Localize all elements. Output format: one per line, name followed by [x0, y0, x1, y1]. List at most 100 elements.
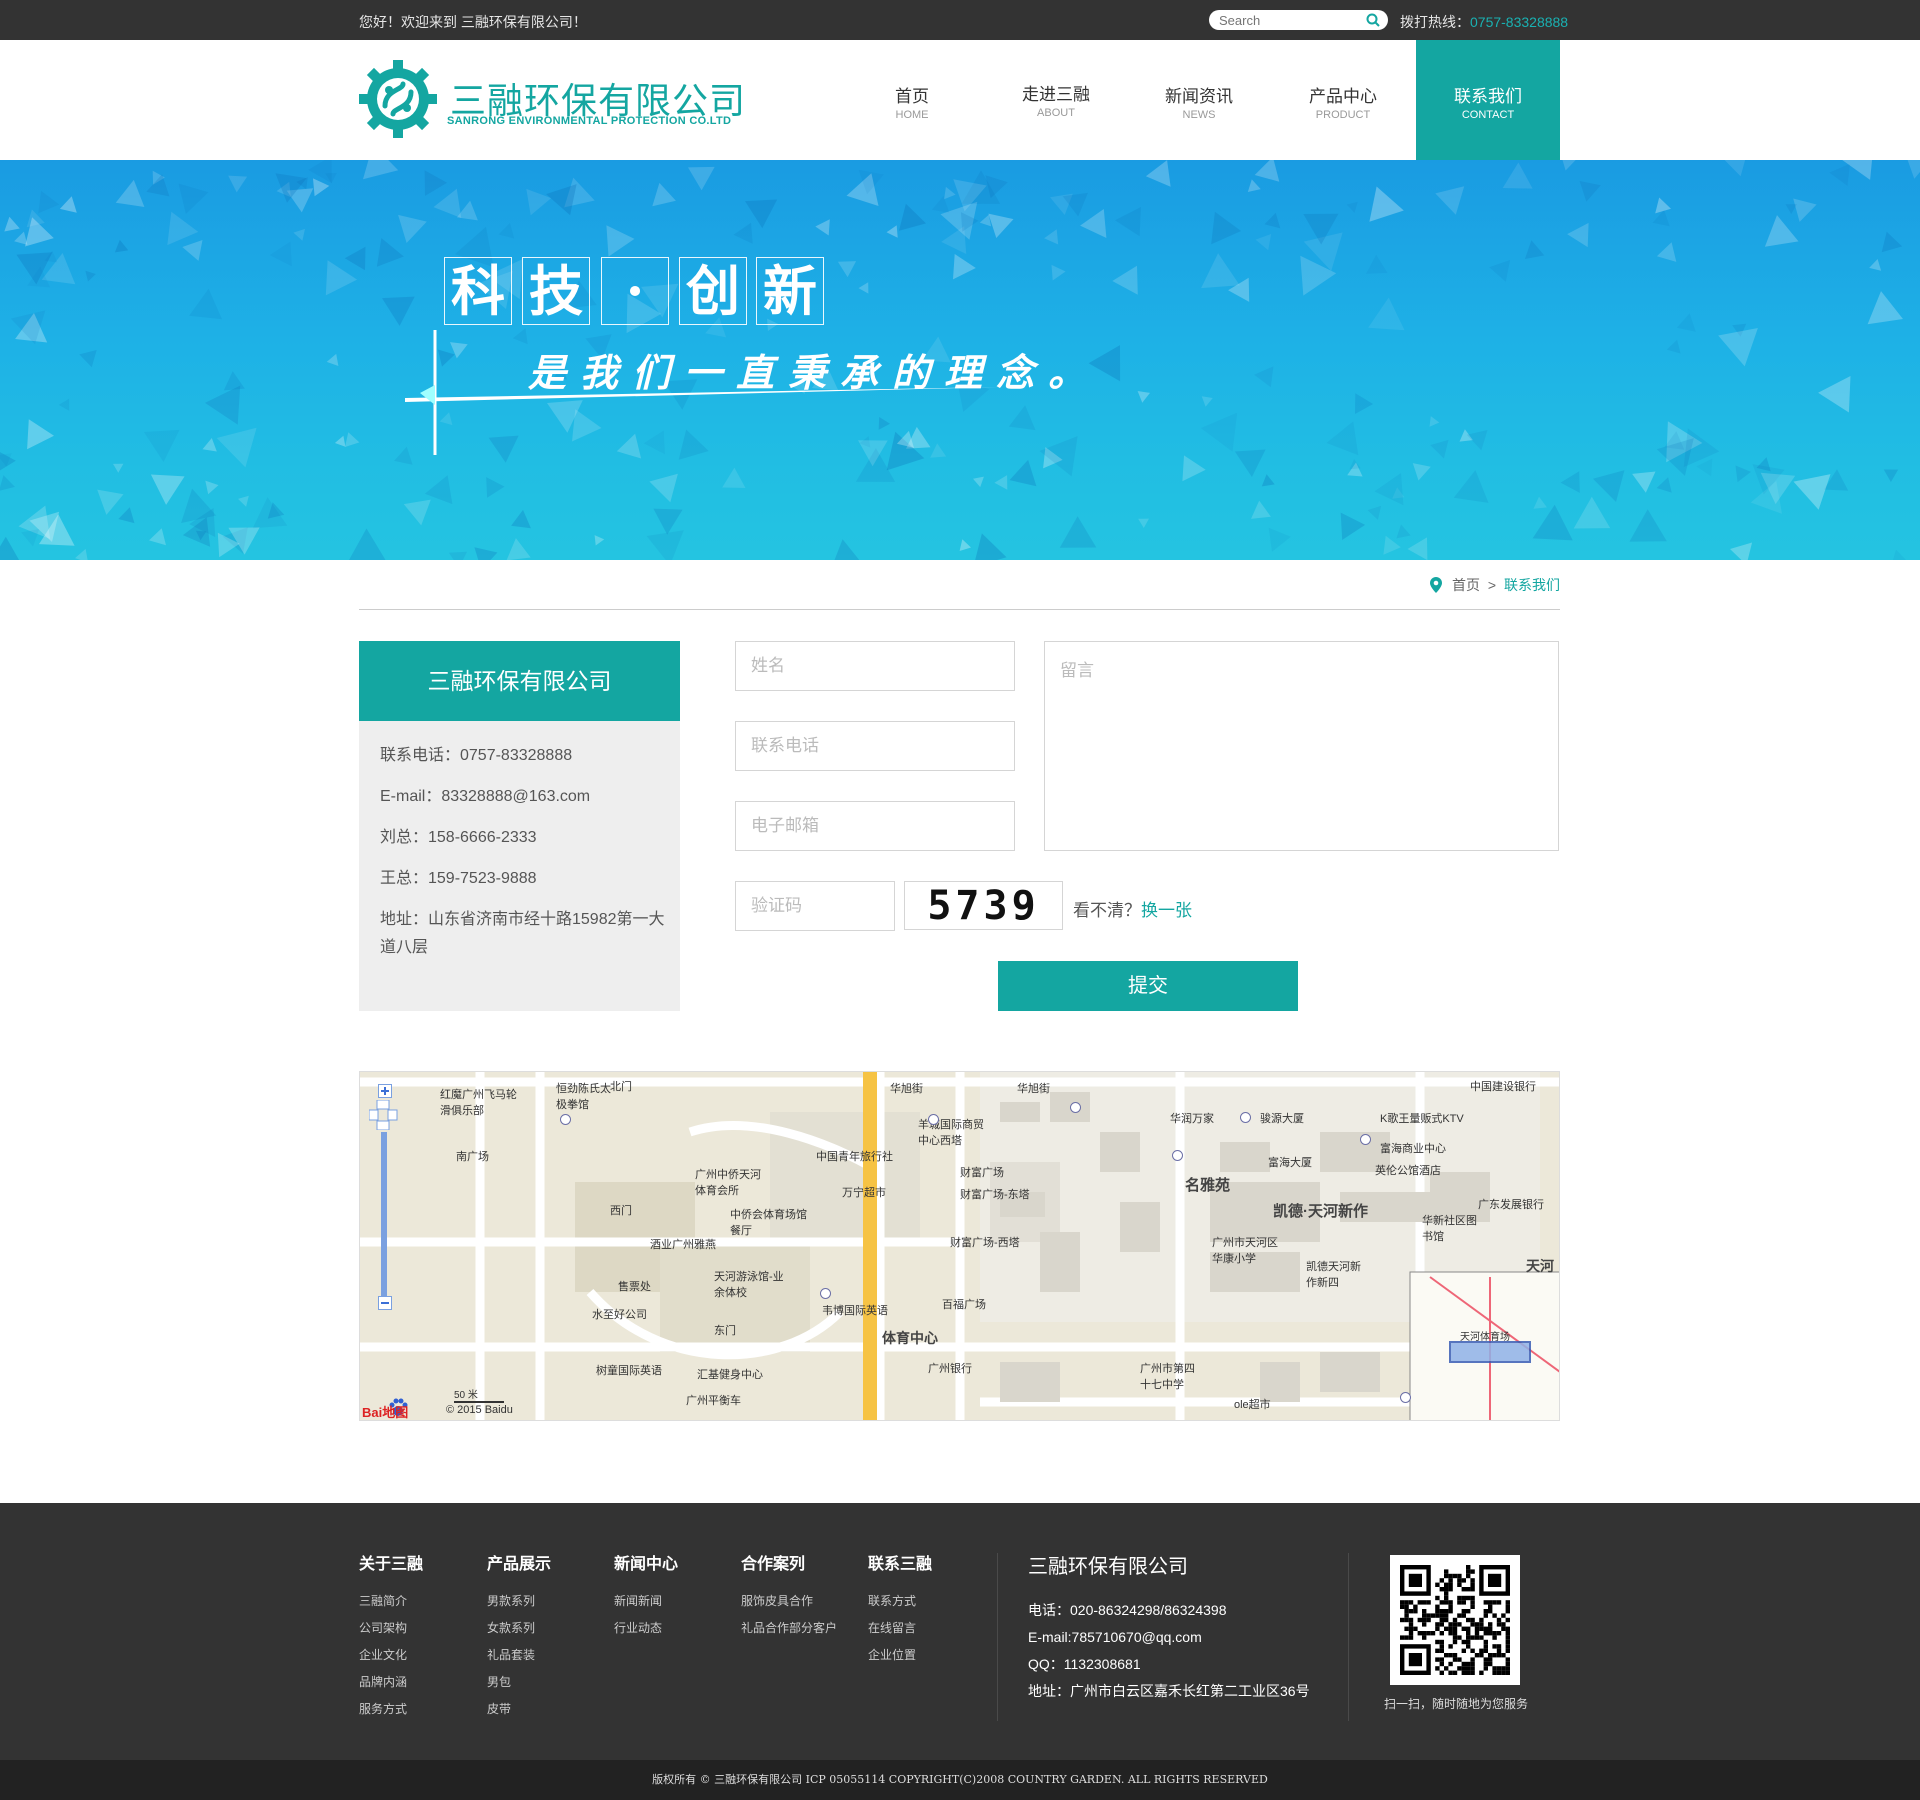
qr-module: [1479, 1653, 1484, 1658]
qr-module: [1470, 1587, 1475, 1592]
banner-triangle: [1080, 209, 1107, 238]
qr-module: [1505, 1648, 1510, 1653]
search-box[interactable]: [1209, 10, 1388, 30]
qr-module: [1501, 1622, 1506, 1627]
qr-module: [1448, 1578, 1453, 1583]
qr-module: [1404, 1617, 1409, 1623]
footer-link[interactable]: 企业位置: [868, 1642, 932, 1669]
nav-home[interactable]: 首页 HOME: [840, 40, 984, 160]
footer-link[interactable]: 男包: [487, 1669, 551, 1696]
qr-module: [1461, 1595, 1466, 1601]
zoom-out-icon[interactable]: [378, 1296, 392, 1310]
submit-button[interactable]: 提交: [998, 961, 1298, 1011]
banner-triangle: [1407, 537, 1428, 560]
qr-module: [1483, 1626, 1488, 1631]
qr-module: [1496, 1670, 1502, 1675]
banner-triangle: [1200, 412, 1238, 452]
map-poi[interactable]: [1070, 1102, 1081, 1113]
qr-module: [1483, 1657, 1488, 1662]
qr-module: [1505, 1626, 1510, 1631]
map-poi[interactable]: [820, 1288, 831, 1299]
footer-link[interactable]: 企业文化: [359, 1642, 423, 1669]
footer-link[interactable]: 女款系列: [487, 1615, 551, 1642]
nav-sublabel: HOME: [895, 109, 929, 121]
banner-char: 新: [756, 257, 824, 325]
email-field[interactable]: [736, 802, 1014, 850]
qr-module: [1426, 1631, 1431, 1636]
qr-module: [1505, 1609, 1510, 1614]
qr-finder: [1488, 1573, 1502, 1587]
footer-link[interactable]: 行业动态: [614, 1615, 678, 1642]
footer-link[interactable]: 服饰皮具合作: [741, 1588, 837, 1615]
qr-module: [1474, 1653, 1480, 1658]
pan-control-icon[interactable]: [369, 1100, 399, 1130]
nav-product[interactable]: 产品中心 PRODUCT: [1271, 40, 1415, 160]
qr-module: [1461, 1600, 1466, 1605]
banner-triangle: [334, 435, 346, 447]
qr-module: [1413, 1604, 1418, 1609]
map-scale: 50 米: [454, 1386, 504, 1403]
banner-triangle: [382, 296, 415, 326]
map-poi[interactable]: [1172, 1150, 1183, 1161]
banner-triangle: [313, 178, 330, 197]
captcha-image[interactable]: 5739: [904, 881, 1063, 930]
qr-module: [1435, 1622, 1440, 1627]
map-poi[interactable]: [1360, 1134, 1371, 1145]
phone-field[interactable]: [736, 722, 1014, 770]
footer-link[interactable]: 新闻新闻: [614, 1588, 678, 1615]
qr-module: [1483, 1666, 1488, 1671]
qr-module: [1448, 1600, 1453, 1605]
banner-triangle: [1374, 473, 1404, 506]
name-field[interactable]: [736, 642, 1014, 690]
nav-contact[interactable]: 联系我们 CONTACT: [1416, 40, 1560, 160]
footer-link[interactable]: 皮带: [487, 1696, 551, 1723]
banner-char: ·: [601, 257, 669, 325]
qr-module: [1448, 1670, 1453, 1675]
footer-link[interactable]: 品牌内涵: [359, 1669, 423, 1696]
nav-news[interactable]: 新闻资讯 NEWS: [1127, 40, 1271, 160]
map-label: 骏源大厦: [1260, 1113, 1304, 1125]
banner-triangle: [424, 475, 453, 505]
footer-link[interactable]: 男款系列: [487, 1588, 551, 1615]
qr-module: [1448, 1573, 1453, 1579]
baidu-map[interactable]: 华旭街 华旭街 广州中侨天河体育会所 中侨会体育场馆餐厅 名雅苑 凯德·天河新作…: [359, 1071, 1560, 1421]
captcha-refresh-link[interactable]: 换一张: [1141, 901, 1192, 920]
message-field[interactable]: [1045, 642, 1558, 850]
banner-triangle: [1051, 264, 1066, 281]
qr-module: [1483, 1661, 1488, 1667]
qr-module: [1430, 1613, 1436, 1618]
qr-module: [1470, 1661, 1475, 1667]
qr-module: [1444, 1617, 1449, 1623]
footer-link[interactable]: 三融简介: [359, 1588, 423, 1615]
banner-triangle: [815, 219, 830, 236]
banner-triangle: [1366, 254, 1388, 274]
qr-module: [1444, 1569, 1449, 1574]
banner-triangle: [1201, 253, 1240, 289]
footer-link[interactable]: 礼品套装: [487, 1642, 551, 1669]
captcha-field[interactable]: [736, 882, 894, 930]
map-poi[interactable]: [560, 1114, 571, 1125]
map-label: 广州银行: [928, 1363, 972, 1375]
map-poi[interactable]: [928, 1114, 939, 1125]
footer-link[interactable]: 礼品合作部分客户: [741, 1615, 837, 1642]
footer-link[interactable]: 在线留言: [868, 1615, 932, 1642]
footer-address: 地址：广州市白云区嘉禾长红第二工业区36号: [1028, 1683, 1310, 1699]
footer-link[interactable]: 联系方式: [868, 1588, 932, 1615]
banner-triangle: [1724, 160, 1746, 177]
qr-module: [1461, 1626, 1466, 1631]
map-poi[interactable]: [1400, 1392, 1411, 1403]
map-label: 西门: [610, 1205, 632, 1217]
footer-link[interactable]: 公司架构: [359, 1615, 423, 1642]
qr-module: [1466, 1609, 1471, 1614]
qr-module: [1501, 1653, 1506, 1658]
qr-module: [1439, 1631, 1444, 1636]
map-poi[interactable]: [1240, 1112, 1251, 1123]
map-label: 韦博国际英语: [822, 1305, 888, 1317]
search-icon[interactable]: [1366, 13, 1380, 27]
search-input[interactable]: [1219, 12, 1359, 28]
map-label: 凯德·天河新作: [1273, 1203, 1368, 1220]
zoom-in-icon[interactable]: [378, 1084, 392, 1098]
breadcrumb-home[interactable]: 首页: [1452, 577, 1480, 593]
nav-about[interactable]: 走进三融 ABOUT: [984, 40, 1128, 160]
footer-link[interactable]: 服务方式: [359, 1696, 423, 1723]
